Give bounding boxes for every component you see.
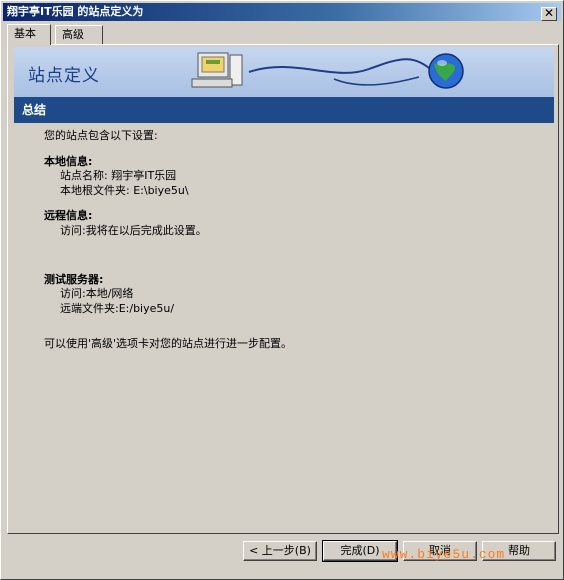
site-definition-dialog: 翔宇亭IT乐园 的站点定义为 ✕ 基本 高级 站点定义 总结 您的站点包含以下设… [0, 0, 564, 580]
watermark: www.biye5u.com [382, 547, 506, 562]
tab-panel: 站点定义 总结 您的站点包含以下设置: 本地信息: 站点名称: 翔宇亭IT乐园 … [7, 44, 559, 534]
tab-advanced[interactable]: 高级 [55, 25, 103, 45]
local-root-folder: 本地根文件夹: E:\biye5u\ [60, 184, 189, 197]
back-button[interactable]: < 上一步(B) [243, 541, 317, 561]
window-title: 翔宇亭IT乐园 的站点定义为 [7, 5, 144, 18]
remote-info-heading: 远程信息: [44, 209, 93, 222]
local-site-name: 站点名称: 翔宇亭IT乐园 [60, 169, 177, 182]
globe-icon [428, 53, 464, 89]
advanced-tab-note: 可以使用'高级'选项卡对您的站点进行进一步配置。 [44, 337, 293, 350]
computer-icon [191, 52, 243, 88]
wizard-banner: 站点定义 [14, 47, 554, 97]
test-server-folder: 远端文件夹:E:/biye5u/ [60, 302, 175, 315]
network-illustration-icon [191, 52, 464, 89]
tab-basic[interactable]: 基本 [7, 24, 51, 45]
remote-access: 访问:我将在以后完成此设置。 [60, 224, 207, 237]
title-bar: 翔宇亭IT乐园 的站点定义为 ✕ [3, 3, 561, 21]
banner-title: 站点定义 [28, 66, 100, 86]
close-icon[interactable]: ✕ [541, 7, 557, 21]
section-header: 总结 [14, 97, 554, 123]
test-server-access: 访问:本地/网络 [60, 287, 134, 300]
summary-intro: 您的站点包含以下设置: [44, 129, 158, 142]
